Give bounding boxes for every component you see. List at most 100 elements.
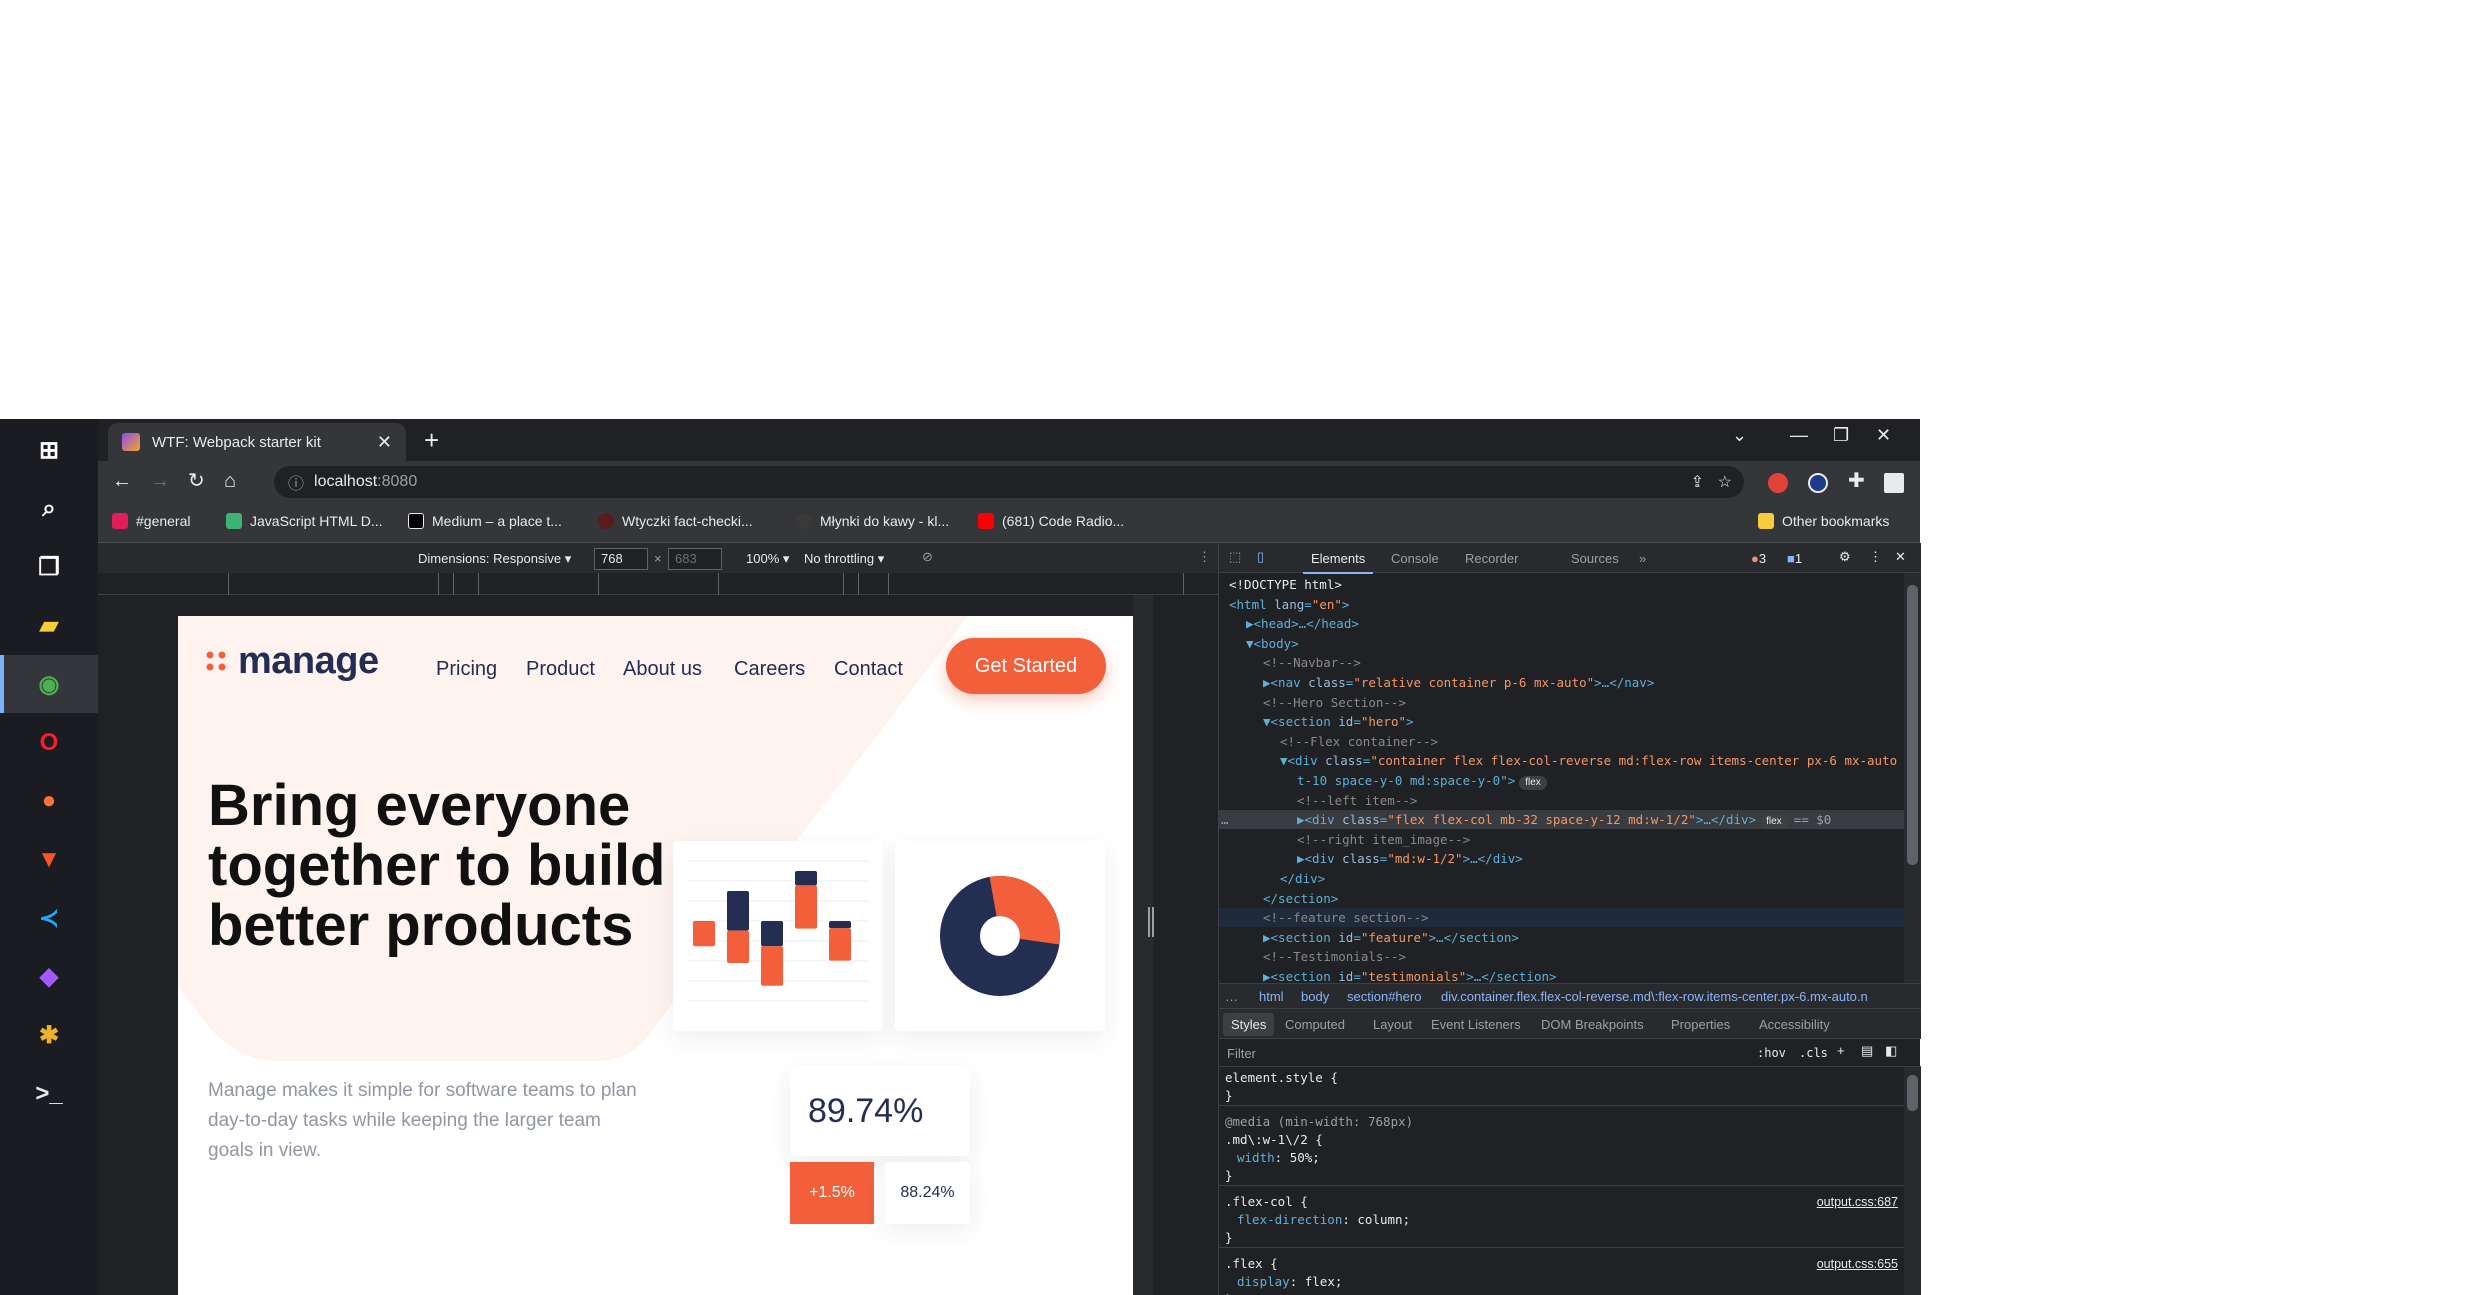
close-devtools-icon[interactable]: ✕	[1895, 549, 1906, 565]
bookmark-general[interactable]: #general	[112, 513, 191, 529]
dom-node[interactable]: ▶<nav class="relative container p-6 mx-a…	[1219, 673, 1904, 692]
new-tab-button[interactable]: +	[424, 427, 439, 453]
logo[interactable]: manage	[206, 640, 379, 683]
info-icon[interactable]: ⓘ	[288, 470, 304, 494]
message-count[interactable]: ■1	[1787, 551, 1802, 566]
nav-pricing[interactable]: Pricing	[436, 658, 497, 681]
extension-icon-1[interactable]	[1768, 473, 1788, 493]
taskbar-button[interactable]: O	[0, 714, 98, 772]
breadcrumb-section[interactable]: section#hero	[1347, 989, 1421, 1004]
tab-styles[interactable]: Styles	[1223, 1013, 1275, 1036]
css-source-link[interactable]: output.css:655	[1817, 1255, 1898, 1273]
extension-icon-2[interactable]	[1808, 473, 1828, 493]
chevron-down-icon[interactable]: ⌄	[1732, 425, 1747, 446]
other-bookmarks[interactable]: Other bookmarks	[1758, 513, 1889, 529]
dom-node[interactable]: ▶<div class="flex flex-col mb-32 space-y…	[1219, 810, 1904, 830]
flex-badge[interactable]: flex	[1519, 776, 1547, 790]
taskbar-button[interactable]: ▰	[0, 597, 98, 655]
minimize-button[interactable]: —	[1790, 425, 1808, 446]
filter-input[interactable]: Filter	[1227, 1046, 1256, 1061]
dom-node[interactable]: <!--Hero Section-->	[1219, 693, 1904, 712]
tab-recorder[interactable]: Recorder	[1465, 551, 1518, 566]
css-rule[interactable]: .flex-col {output.css:687 flex-direction:…	[1219, 1193, 1904, 1248]
bookmark-mlynki[interactable]: Młynki do kawy - kl...	[796, 513, 949, 529]
reload-icon[interactable]: ↻	[188, 471, 205, 491]
css-value[interactable]: : flex;	[1290, 1274, 1343, 1289]
tab-properties[interactable]: Properties	[1671, 1017, 1730, 1032]
css-rule[interactable]: @media (min-width: 768px) .md\:w-1\/2 {wi…	[1219, 1113, 1904, 1186]
dom-node[interactable]: ▶<section id="feature">…</section>	[1219, 928, 1904, 947]
taskbar-button[interactable]: ⊞	[0, 421, 98, 479]
home-icon[interactable]: ⌂	[224, 471, 236, 491]
taskbar-button[interactable]: ≺	[0, 889, 98, 947]
dom-node[interactable]: <!--feature section-->	[1219, 908, 1904, 928]
device-toggle-icon[interactable]: ▯	[1257, 549, 1264, 565]
dom-node[interactable]: t-10 space-y-0 md:space-y-0"> flex	[1219, 771, 1904, 790]
settings-gear-icon[interactable]: ⚙	[1839, 549, 1851, 565]
css-value[interactable]: : column;	[1342, 1212, 1410, 1227]
tab-sources[interactable]: Sources	[1571, 551, 1619, 566]
dom-tree[interactable]: <!DOCTYPE html> <html lang="en"> ▶<head>…<…	[1219, 573, 1904, 983]
dom-node[interactable]: </section>	[1219, 889, 1904, 908]
tab-computed[interactable]: Computed	[1285, 1017, 1345, 1032]
breadcrumb-html[interactable]: html	[1259, 989, 1284, 1004]
tab-accessibility[interactable]: Accessibility	[1759, 1017, 1830, 1032]
taskbar-button[interactable]: ●	[0, 772, 98, 830]
style-rules[interactable]: element.style {} @media (min-width: 768px…	[1219, 1067, 1904, 1295]
side-panel-icon[interactable]	[1884, 473, 1904, 493]
breadcrumb-div[interactable]: div.container.flex.flex-col-reverse.md\:…	[1441, 989, 1868, 1004]
scrollbar-thumb[interactable]	[1907, 1075, 1918, 1111]
dom-node[interactable]: <!DOCTYPE html>	[1219, 575, 1904, 594]
tab-event-listeners[interactable]: Event Listeners	[1431, 1017, 1521, 1032]
taskbar-button[interactable]: ▼	[0, 831, 98, 889]
extensions-puzzle-icon[interactable]: ✚	[1848, 471, 1865, 491]
browser-tab[interactable]: WTF: Webpack starter kit ✕	[108, 423, 406, 461]
new-rule-icon[interactable]: +	[1837, 1043, 1845, 1058]
error-count[interactable]: ●3	[1751, 551, 1766, 566]
bookmark-medium[interactable]: Medium – a place t...	[408, 513, 562, 529]
more-tabs[interactable]: »	[1639, 551, 1646, 566]
css-value[interactable]: : 50%;	[1275, 1150, 1320, 1165]
taskbar-button[interactable]: ✱	[0, 1006, 98, 1064]
dom-node[interactable]: <!--right item_image-->	[1219, 830, 1904, 849]
dom-node[interactable]: ▶<section id="testimonials">…</section>	[1219, 967, 1904, 983]
breadcrumb-ellipsis[interactable]: …	[1225, 989, 1238, 1004]
css-property[interactable]: flex-direction	[1237, 1212, 1342, 1227]
flex-badge[interactable]: flex	[1760, 815, 1788, 830]
dom-scrollbar[interactable]	[1904, 573, 1921, 983]
taskbar-button[interactable]: ⌕	[0, 480, 98, 538]
tab-layout[interactable]: Layout	[1373, 1017, 1412, 1032]
forward-icon[interactable]: →	[150, 471, 170, 491]
css-source-link[interactable]: output.css:687	[1817, 1193, 1898, 1211]
taskbar-button[interactable]: >_	[0, 1065, 98, 1123]
scrollbar-thumb[interactable]	[1907, 585, 1918, 865]
tab-dom-breakpoints[interactable]: DOM Breakpoints	[1541, 1017, 1644, 1032]
back-icon[interactable]: ←	[112, 471, 132, 491]
cls-toggle[interactable]: .cls	[1799, 1046, 1828, 1060]
height-input[interactable]: 683	[668, 548, 722, 570]
nav-about-us[interactable]: About us	[623, 658, 702, 681]
bookmark-javascript[interactable]: JavaScript HTML D...	[226, 513, 383, 529]
zoom-select[interactable]: 100% ▾	[746, 551, 789, 567]
taskbar-button[interactable]: ❐	[0, 538, 98, 596]
address-bar[interactable]: ⓘ localhost:8080 ⇪ ☆	[274, 466, 1744, 498]
rotate-icon[interactable]: ⊘	[922, 549, 933, 565]
dom-node[interactable]: ▶<head>…</head>	[1219, 614, 1904, 633]
bookmark-code-radio[interactable]: (681) Code Radio...	[978, 513, 1124, 529]
breadcrumb-body[interactable]: body	[1301, 989, 1329, 1004]
dimensions-select[interactable]: Dimensions: Responsive ▾	[418, 551, 571, 567]
dom-node[interactable]: </div>	[1219, 869, 1904, 888]
dom-node[interactable]: ▼<section id="hero">	[1219, 712, 1904, 731]
dom-node[interactable]: ▼<div class="container flex flex-col-rev…	[1219, 751, 1904, 770]
close-tab-icon[interactable]: ✕	[377, 432, 392, 453]
nav-product[interactable]: Product	[526, 658, 595, 681]
nav-careers[interactable]: Careers	[734, 658, 805, 681]
css-rule[interactable]: element.style {}	[1219, 1069, 1904, 1106]
dom-node[interactable]: <!--left item-->	[1219, 791, 1904, 810]
bookmark-wtyczki[interactable]: Wtyczki fact-checki...	[598, 513, 753, 529]
width-input[interactable]: 768	[594, 548, 648, 570]
css-property[interactable]: width	[1237, 1150, 1275, 1165]
dom-node[interactable]: <html lang="en">	[1219, 595, 1904, 614]
dom-node[interactable]: ▼<body>	[1219, 634, 1904, 653]
maximize-button[interactable]: ❐	[1833, 425, 1849, 446]
